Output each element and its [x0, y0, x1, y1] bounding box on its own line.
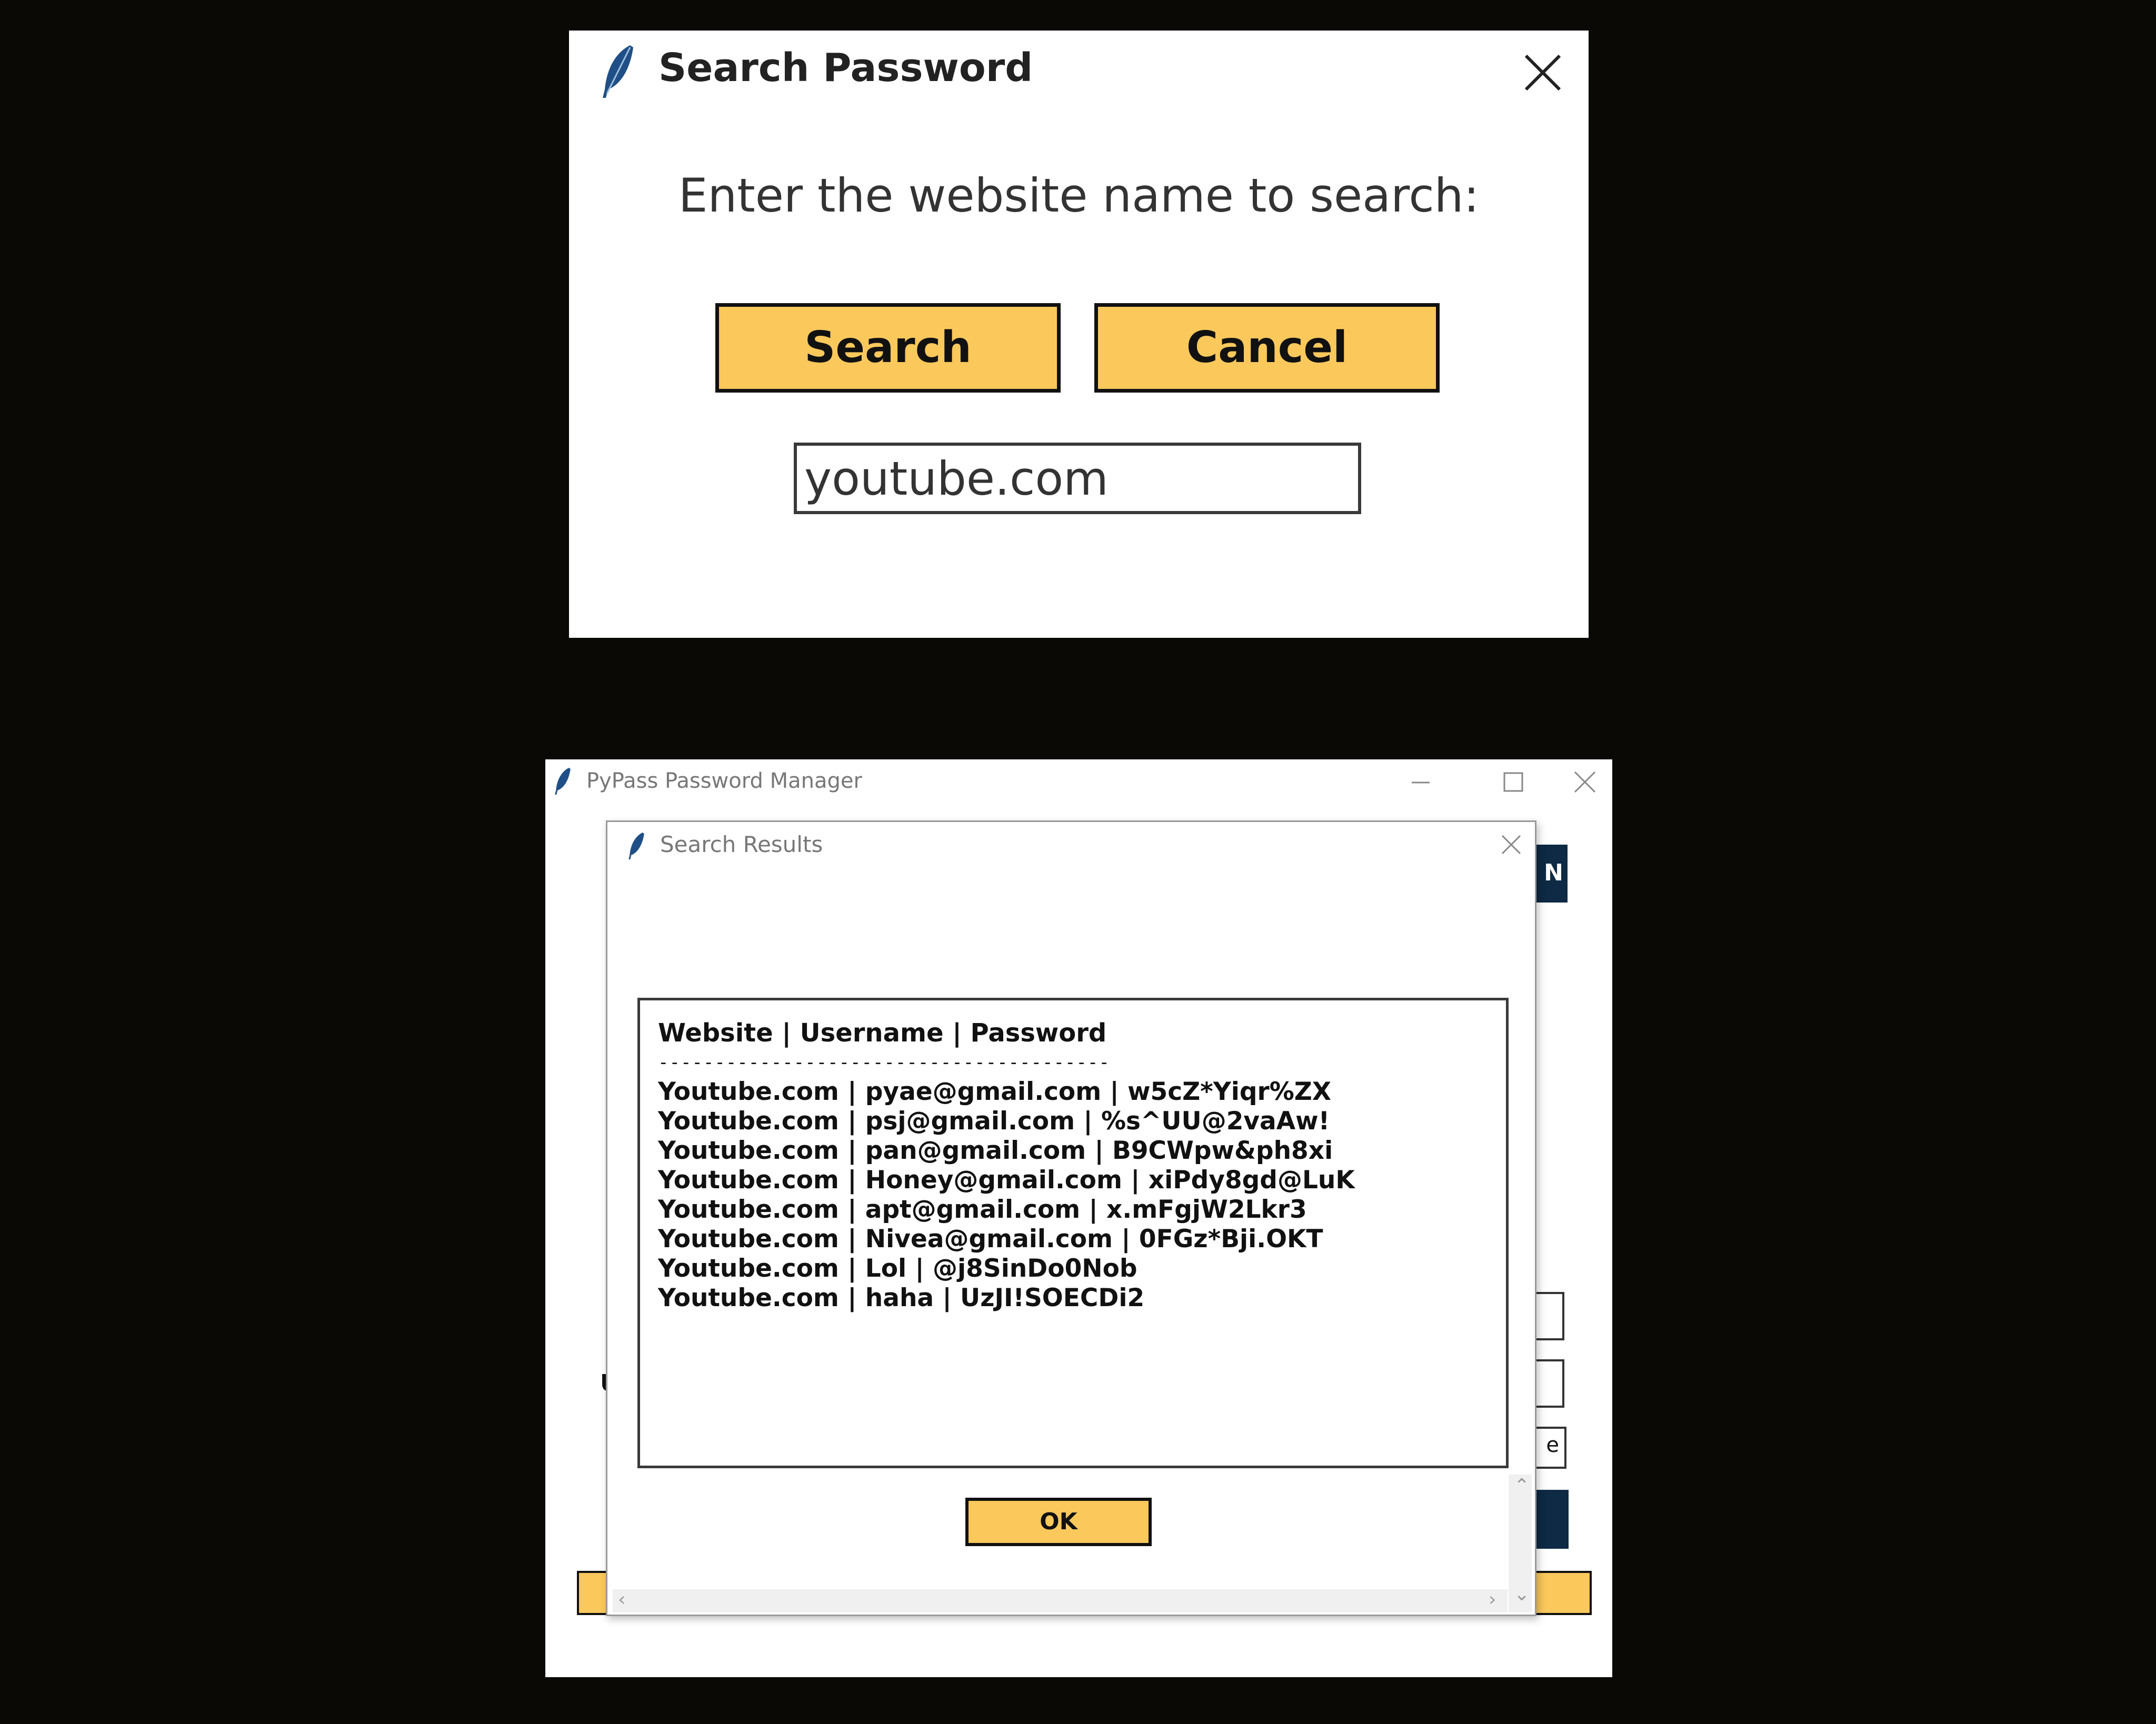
- result-row: Youtube.com | pan@gmail.com | B9CWpw&ph8…: [658, 1136, 1333, 1165]
- partial-button-text: N: [1544, 859, 1563, 886]
- scroll-left-icon[interactable]: ‹: [618, 1590, 625, 1609]
- cancel-button[interactable]: Cancel: [1094, 303, 1440, 393]
- close-window-icon[interactable]: [1572, 769, 1598, 795]
- dialog-title: Search Password: [658, 45, 1033, 91]
- results-separator: ----------------------------------------: [658, 1052, 1110, 1073]
- close-icon[interactable]: [1500, 834, 1522, 856]
- search-results-dialog: Search Results Website | Username | Pass…: [606, 820, 1536, 1616]
- result-row: Youtube.com | Lol | @j8SinDo0Nob: [658, 1254, 1137, 1283]
- results-dialog-title: Search Results: [660, 831, 823, 857]
- close-icon[interactable]: [1523, 53, 1563, 93]
- result-row: Youtube.com | Honey@gmail.com | xiPdy8gd…: [658, 1166, 1355, 1195]
- window-title: PyPass Password Manager: [586, 769, 862, 793]
- result-row: Youtube.com | haha | UzJI!SOECDi2: [658, 1284, 1145, 1312]
- app-feather-icon: [555, 768, 571, 795]
- result-row: Youtube.com | Nivea@gmail.com | 0FGz*Bji…: [658, 1225, 1323, 1254]
- website-search-input[interactable]: [794, 443, 1361, 514]
- partial-dropdown-text: e: [1546, 1433, 1559, 1457]
- results-header: Website | Username | Password: [658, 1018, 1107, 1048]
- maximize-icon[interactable]: [1500, 769, 1526, 795]
- horizontal-scrollbar[interactable]: ‹ ›: [613, 1589, 1508, 1612]
- search-password-dialog: Search Password Enter the website name t…: [569, 31, 1589, 638]
- feather-icon: [603, 45, 633, 98]
- ok-button[interactable]: OK: [965, 1498, 1152, 1546]
- results-text-area[interactable]: Website | Username | Password ----------…: [637, 998, 1509, 1468]
- vertical-scrollbar[interactable]: ⌃ ⌄: [1509, 1475, 1532, 1612]
- minimize-icon[interactable]: [1408, 769, 1434, 795]
- scroll-up-icon[interactable]: ⌃: [1514, 1477, 1530, 1496]
- scroll-right-icon[interactable]: ›: [1489, 1590, 1496, 1609]
- result-row: Youtube.com | apt@gmail.com | x.mFgjW2Lk…: [658, 1195, 1307, 1224]
- search-button[interactable]: Search: [715, 303, 1061, 393]
- feather-icon: [628, 833, 644, 859]
- scroll-down-icon[interactable]: ⌄: [1514, 1585, 1530, 1604]
- result-row: Youtube.com | psj@gmail.com | %s^UU@2vaA…: [658, 1107, 1330, 1136]
- result-row: Youtube.com | pyae@gmail.com | w5cZ*Yiqr…: [658, 1077, 1332, 1106]
- search-prompt-label: Enter the website name to search:: [678, 168, 1480, 223]
